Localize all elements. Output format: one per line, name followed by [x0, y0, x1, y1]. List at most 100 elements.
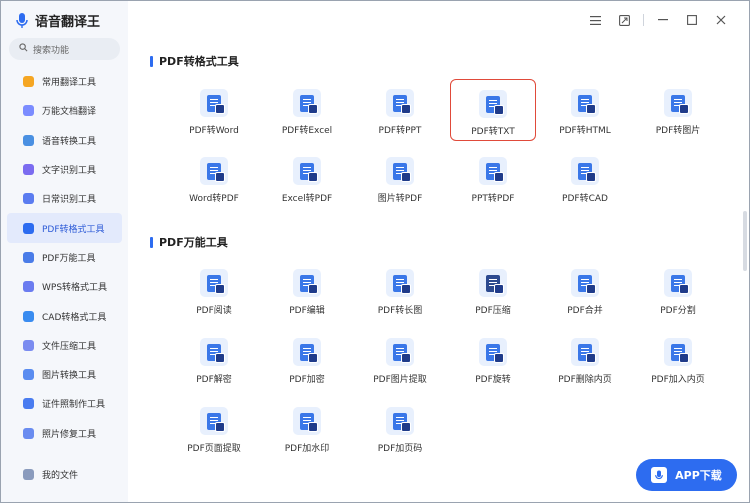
sidebar-item-label: PDF转格式工具 — [42, 224, 105, 235]
app-download-label: APP下载 — [675, 469, 722, 482]
tool-item[interactable]: Excel转PDF — [264, 147, 350, 209]
tool-label: PDF编辑 — [289, 306, 325, 316]
category-icon — [23, 281, 34, 293]
format-badge-icon — [679, 284, 689, 294]
tool-label: Word转PDF — [189, 194, 239, 204]
sidebar-item-label: 证件照制作工具 — [42, 400, 106, 411]
section-marker — [150, 55, 153, 67]
search-input[interactable]: 搜索功能 — [9, 38, 120, 60]
tool-item[interactable]: PDF旋转 — [450, 328, 536, 390]
category-icon — [23, 339, 34, 351]
tool-item[interactable]: PDF加入内页 — [635, 328, 721, 390]
sidebar-item[interactable]: 语音转换工具 — [7, 126, 122, 155]
sidebar-item-label: 日常识别工具 — [42, 195, 97, 206]
tool-item[interactable]: PDF解密 — [171, 328, 257, 390]
tool-item[interactable]: PDF编辑 — [264, 259, 350, 321]
sidebar-item[interactable]: WPS转格式工具 — [7, 272, 122, 301]
sidebar-item[interactable]: 日常识别工具 — [7, 184, 122, 213]
sidebar-item-label: WPS转格式工具 — [42, 283, 108, 294]
tool-label: PDF转长图 — [377, 306, 423, 316]
sidebar-item[interactable]: 照片修复工具 — [7, 419, 122, 448]
scrollbar[interactable] — [743, 211, 747, 271]
tool-item[interactable]: PPT转PDF — [450, 147, 536, 209]
pdf-tool-icon — [479, 338, 507, 366]
format-badge-icon — [494, 353, 504, 363]
format-badge-icon — [215, 172, 225, 182]
sidebar-item-label: 文件压缩工具 — [42, 341, 97, 352]
tool-label: PDF图片提取 — [373, 375, 427, 385]
sidebar-item-label: 文字识别工具 — [42, 166, 97, 177]
pdf-tool-icon — [386, 407, 414, 435]
format-badge-icon — [401, 172, 411, 182]
tool-item[interactable]: PDF转图片 — [635, 79, 721, 141]
section-title-text: PDF万能工具 — [159, 236, 228, 249]
tool-item[interactable]: PDF转HTML — [542, 79, 628, 141]
sidebar-item[interactable]: CAD转格式工具 — [7, 301, 122, 330]
sidebar-item[interactable]: 文字识别工具 — [7, 155, 122, 184]
pdf-tool-icon — [200, 157, 228, 185]
tool-item[interactable]: PDF加页码 — [357, 397, 443, 459]
tool-item[interactable]: PDF合并 — [542, 259, 628, 321]
tool-item[interactable]: PDF页面提取 — [171, 397, 257, 459]
format-badge-icon — [215, 353, 225, 363]
sidebar-item[interactable]: 万能文档翻译 — [7, 96, 122, 125]
tool-label: PDF压缩 — [475, 306, 511, 316]
category-icon — [23, 251, 34, 263]
tool-label: PDF转PPT — [378, 126, 422, 136]
tool-label: PDF转CAD — [562, 194, 608, 204]
sidebar-item-label: 万能文档翻译 — [42, 107, 97, 118]
tool-item[interactable]: PDF转Word — [171, 79, 257, 141]
tool-label: PDF转图片 — [655, 126, 701, 136]
tool-label: PDF转Excel — [281, 126, 333, 136]
sidebar-item[interactable]: 文件压缩工具 — [7, 331, 122, 360]
tool-label: PDF旋转 — [475, 375, 511, 385]
tool-label: PDF加入内页 — [651, 375, 705, 385]
pdf-tool-icon — [479, 157, 507, 185]
sidebar-item[interactable]: 证件照制作工具 — [7, 389, 122, 418]
sidebar-item[interactable]: 常用翻译工具 — [7, 67, 122, 96]
sidebar-item-my-files[interactable]: 我的文件 — [7, 464, 122, 484]
sidebar-item[interactable]: 图片转换工具 — [7, 360, 122, 389]
section-title-pdf-tools: PDF万能工具 — [150, 233, 228, 251]
tool-item[interactable]: PDF分割 — [635, 259, 721, 321]
format-badge-icon — [494, 172, 504, 182]
tool-item[interactable]: PDF转CAD — [542, 147, 628, 209]
folder-icon — [23, 468, 34, 480]
tool-item[interactable]: 图片转PDF — [357, 147, 443, 209]
tool-item[interactable]: PDF加密 — [264, 328, 350, 390]
tool-item[interactable]: PDF转TXT — [450, 79, 536, 141]
tool-item[interactable]: PDF转Excel — [264, 79, 350, 141]
search-icon — [19, 43, 28, 55]
pdf-tool-icon — [200, 269, 228, 297]
tool-label: Excel转PDF — [281, 194, 333, 204]
search-placeholder: 搜索功能 — [33, 45, 70, 56]
app-download-button[interactable]: APP下载 — [636, 459, 737, 491]
microphone-icon — [651, 467, 668, 483]
category-icon — [23, 164, 34, 176]
tool-item[interactable]: PDF转PPT — [357, 79, 443, 141]
format-badge-icon — [401, 104, 411, 114]
pdf-tool-icon — [571, 338, 599, 366]
category-icon — [23, 398, 34, 410]
pdf-tool-icon — [293, 89, 321, 117]
pdf-tool-icon — [571, 157, 599, 185]
format-badge-icon — [586, 172, 596, 182]
pdf-tool-icon — [386, 338, 414, 366]
tool-item[interactable]: PDF转长图 — [357, 259, 443, 321]
tool-item[interactable]: PDF删除内页 — [542, 328, 628, 390]
tool-item[interactable]: PDF阅读 — [171, 259, 257, 321]
sidebar-item-label: CAD转格式工具 — [42, 312, 107, 323]
tool-item[interactable]: Word转PDF — [171, 147, 257, 209]
tool-item[interactable]: PDF压缩 — [450, 259, 536, 321]
tool-item[interactable]: PDF加水印 — [264, 397, 350, 459]
sidebar-item[interactable]: PDF万能工具 — [7, 243, 122, 272]
tool-item[interactable]: PDF图片提取 — [357, 328, 443, 390]
format-badge-icon — [401, 422, 411, 432]
format-badge-icon — [586, 284, 596, 294]
pdf-tool-icon — [386, 157, 414, 185]
tool-label: PDF加密 — [289, 375, 325, 385]
sidebar-item[interactable]: PDF转格式工具 — [7, 213, 122, 243]
pdf-tool-icon — [664, 269, 692, 297]
category-icon — [23, 76, 34, 88]
app-title: 语音翻译王 — [15, 10, 100, 30]
